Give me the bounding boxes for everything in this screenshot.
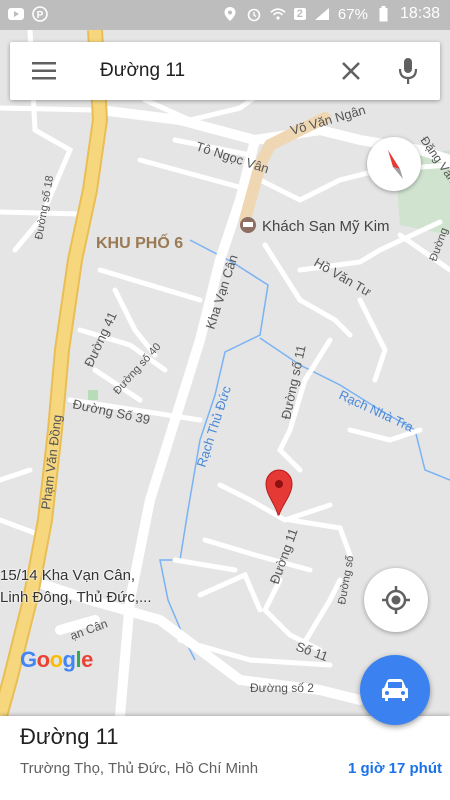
label-rach-nha-tra: Rạch Nhà Tra (337, 387, 417, 435)
label-duong-so-18: Đường số 18 (33, 175, 56, 241)
crosshair-icon (382, 586, 410, 614)
car-icon (382, 679, 408, 701)
wifi-icon (270, 6, 286, 22)
signal-icon (314, 6, 330, 22)
label-duong-11: Đường 11 (267, 526, 301, 586)
label-hotel[interactable]: Khách Sạn Mỹ Kim (262, 218, 390, 235)
label-duong-so-far: Đường (428, 226, 450, 263)
menu-icon[interactable] (32, 60, 56, 82)
youtube-icon (8, 6, 24, 22)
address-line-1: 15/14 Kha Vạn Cân, (0, 567, 136, 584)
compass-button[interactable] (367, 137, 421, 191)
battery-percent: 67% (337, 5, 368, 23)
label-khu-pho: KHU PHỐ 6 (96, 232, 183, 252)
directions-button[interactable] (360, 655, 430, 725)
place-title: Đường 11 (20, 724, 119, 749)
address-line-2: Linh Đông, Thủ Đức,... (0, 589, 152, 606)
highway-inner (0, 30, 107, 716)
alarm-icon (246, 6, 262, 22)
status-bar: P 2 67% 18:38 (0, 0, 450, 30)
place-address: Trường Thọ, Thủ Đức, Hồ Chí Minh (20, 760, 259, 777)
label-pham-van-dong: Phạm Văn Đồng (38, 414, 65, 511)
pinterest-icon: P (32, 6, 48, 22)
compass-icon (388, 150, 403, 179)
label-so-11: Số 11 (294, 639, 330, 664)
svg-text:P: P (37, 10, 44, 21)
location-pin-icon[interactable] (265, 469, 293, 516)
travel-time[interactable]: 1 giờ 17 phút (348, 760, 442, 777)
hotel-icon[interactable] (240, 217, 256, 233)
clock-time: 18:38 (399, 5, 440, 22)
place-sheet[interactable]: Đường 11 Trường Thọ, Thủ Đức, Hồ Chí Min… (0, 716, 450, 800)
microphone-icon[interactable] (396, 56, 420, 86)
address-label[interactable]: 15/14 Kha Vạn Cân, Linh Đông, Thủ Đức,..… (0, 565, 152, 609)
my-location-button[interactable] (364, 568, 428, 632)
location-icon (222, 6, 238, 22)
search-bar[interactable]: Đường 11 (10, 42, 440, 100)
label-duong-so-2: Đường số 2 (250, 681, 314, 695)
search-input[interactable]: Đường 11 (100, 60, 185, 82)
google-logo: Google (20, 647, 93, 672)
sim-slot-badge: 2 (293, 8, 306, 20)
highway (0, 30, 109, 716)
close-icon[interactable] (338, 58, 364, 84)
battery-icon (376, 6, 392, 22)
